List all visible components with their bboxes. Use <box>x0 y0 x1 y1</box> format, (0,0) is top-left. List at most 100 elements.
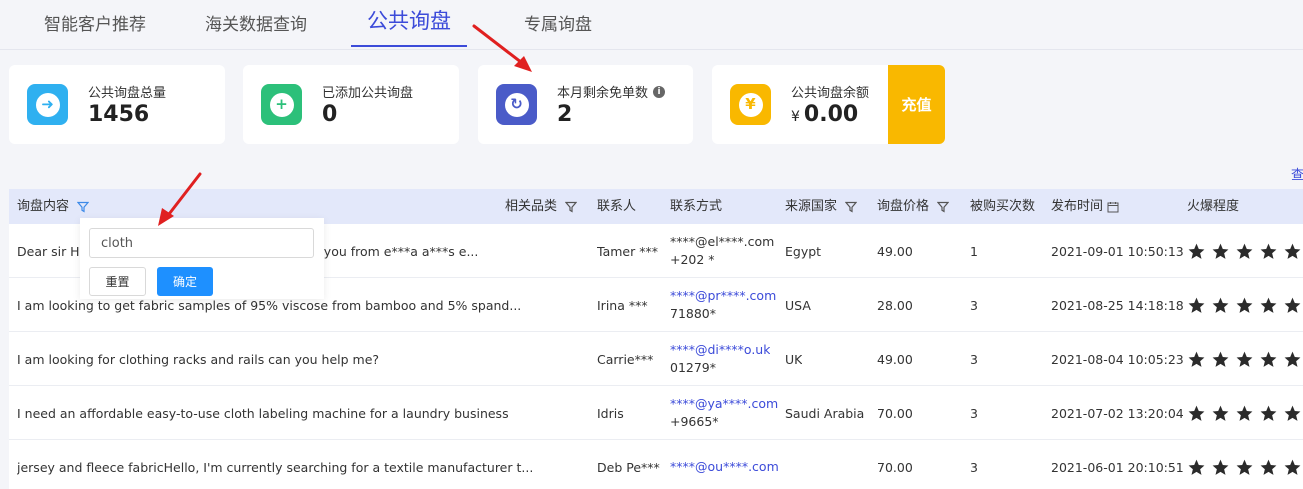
hotness-stars <box>1187 386 1302 440</box>
header-label: 相关品类 <box>505 199 558 214</box>
contact-email[interactable]: ****@di****o.uk <box>670 341 770 359</box>
filter-icon[interactable] <box>77 201 90 213</box>
star-icon <box>1284 351 1301 367</box>
filter-popover: 重置 确定 <box>80 218 324 299</box>
star-icon <box>1236 351 1253 367</box>
contact-phone: 71880* <box>670 306 717 321</box>
star-icon <box>1188 459 1205 475</box>
inquiry-content[interactable]: Dear sir Ho <box>17 224 87 278</box>
header-label: 询盘内容 <box>17 199 70 214</box>
star-icon <box>1212 405 1229 421</box>
filter-icon[interactable] <box>937 201 950 213</box>
star-icon <box>1188 297 1205 313</box>
star-icon <box>1236 405 1253 421</box>
stat-value: 0 <box>322 102 338 127</box>
contact-name: Idris <box>597 405 624 421</box>
star-icon <box>1260 297 1277 313</box>
header-hotness: 火爆程度 <box>1187 199 1240 214</box>
contact-name: Irina *** <box>597 297 648 313</box>
star-icon <box>1212 351 1229 367</box>
publish-time: 2021-09-01 10:50:13 <box>1051 243 1184 259</box>
stat-value: ¥0.00 <box>791 102 858 127</box>
header-content: 询盘内容 <box>17 189 90 224</box>
filter-icon[interactable] <box>845 201 858 213</box>
star-icon <box>1284 405 1301 421</box>
publish-time: 2021-07-02 13:20:04 <box>1051 405 1184 421</box>
recharge-button[interactable]: 充值 <box>888 65 945 144</box>
inquiry-content-tail: th you from e***a a***s e... <box>307 243 479 259</box>
bought-count: 1 <box>970 243 978 259</box>
contact-phone: 01279* <box>670 360 717 375</box>
contact-phone: +202 * <box>670 252 715 267</box>
view-link[interactable]: 查 <box>1291 164 1303 183</box>
inquiry-content[interactable]: I am looking for clothing racks and rail… <box>17 332 379 386</box>
refresh-icon: ↻ <box>496 84 537 125</box>
balance-value: 0.00 <box>803 102 859 127</box>
contact-email[interactable]: ****@ou****.com <box>670 458 779 476</box>
contact-info: ****@di****o.uk 01279* <box>670 332 770 386</box>
yen-icon: ¥ <box>730 84 771 125</box>
inquiry-price: 70.00 <box>877 405 913 421</box>
star-icon <box>1284 297 1301 313</box>
tab-exclusive-inquiry[interactable]: 专属询盘 <box>524 12 592 50</box>
header-label: 询盘价格 <box>877 199 930 214</box>
plus-circle-icon: + <box>261 84 302 125</box>
inquiry-price: 70.00 <box>877 459 913 475</box>
tab-smart-recommend[interactable]: 智能客户推荐 <box>44 12 146 50</box>
arrow-right-bubble-icon: ➜ <box>27 84 68 125</box>
table-row[interactable]: jersey and fleece fabricHello, I'm curre… <box>9 440 1303 489</box>
inquiry-price: 49.00 <box>877 351 913 367</box>
contact-info: ****@ya****.com +9665* <box>670 386 778 440</box>
star-icon <box>1260 351 1277 367</box>
contact-name: Tamer *** <box>597 243 658 259</box>
inquiry-content[interactable]: jersey and fleece fabricHello, I'm curre… <box>17 440 533 489</box>
publish-time: 2021-06-01 20:10:51 <box>1051 459 1184 475</box>
hotness-stars <box>1187 278 1302 332</box>
stat-card-balance: ¥ 公共询盘余额 ¥0.00 充值 <box>712 65 945 144</box>
star-icon <box>1236 459 1253 475</box>
contact-info: ****@pr****.com 71880* <box>670 278 776 332</box>
stat-label: 已添加公共询盘 <box>322 86 414 101</box>
star-icon <box>1212 297 1229 313</box>
contact-email: ****@el****.com <box>670 234 775 249</box>
stat-card-total: ➜ 公共询盘总量 1456 <box>9 65 225 144</box>
contact-email[interactable]: ****@ya****.com <box>670 395 778 413</box>
stat-value: 1456 <box>88 102 150 127</box>
inquiry-price: 49.00 <box>877 243 913 259</box>
star-icon <box>1236 297 1253 313</box>
table-row[interactable]: I am looking for clothing racks and rail… <box>9 332 1303 386</box>
star-icon <box>1284 459 1301 475</box>
stat-value: 2 <box>557 102 573 127</box>
table-row[interactable]: I need an affordable easy-to-use cloth l… <box>9 386 1303 440</box>
star-icon <box>1188 405 1205 421</box>
publish-time: 2021-08-25 14:18:18 <box>1051 297 1184 313</box>
contact-email[interactable]: ****@pr****.com <box>670 287 776 305</box>
stat-card-free-remaining: ↻ 本月剩余免单数 i 2 <box>478 65 693 144</box>
stat-label: 本月剩余免单数 <box>557 86 649 101</box>
confirm-button[interactable]: 确定 <box>157 267 213 296</box>
stat-label: 公共询盘余额 <box>791 86 870 101</box>
inquiry-content[interactable]: I need an affordable easy-to-use cloth l… <box>17 386 509 440</box>
stat-card-added: + 已添加公共询盘 0 <box>243 65 459 144</box>
header-contact-info: 联系方式 <box>670 199 723 214</box>
stat-label-wrap: 本月剩余免单数 i <box>557 82 666 101</box>
stat-label: 公共询盘总量 <box>88 86 167 101</box>
header-label: 来源国家 <box>785 199 838 214</box>
tab-public-inquiry[interactable]: 公共询盘 <box>351 8 467 47</box>
header-country: 来源国家 <box>785 189 858 224</box>
reset-button[interactable]: 重置 <box>89 267 146 296</box>
filter-icon[interactable] <box>565 201 578 213</box>
star-icon <box>1188 351 1205 367</box>
info-icon[interactable]: i <box>653 85 666 98</box>
star-icon <box>1236 243 1253 259</box>
star-icon <box>1284 243 1301 259</box>
filter-search-input[interactable] <box>89 228 314 258</box>
tab-customs-data[interactable]: 海关数据查询 <box>205 12 307 50</box>
calendar-icon[interactable] <box>1107 201 1119 213</box>
source-country: USA <box>785 297 811 313</box>
hotness-stars <box>1187 224 1302 278</box>
hotness-stars <box>1187 440 1302 489</box>
source-country: Egypt <box>785 243 822 259</box>
header-price: 询盘价格 <box>877 189 950 224</box>
inquiry-price: 28.00 <box>877 297 913 313</box>
